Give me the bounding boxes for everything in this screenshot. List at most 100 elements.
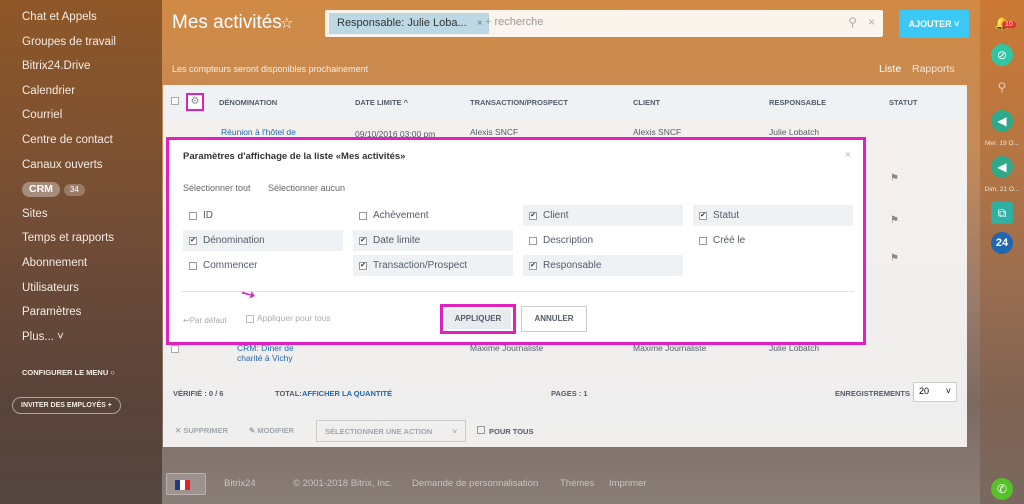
option-label: Statut — [713, 210, 740, 221]
checkbox-checked: ✔ — [699, 212, 707, 220]
search-bar[interactable]: Responsable: Julie Loba... × + recherche… — [325, 10, 883, 37]
option-client[interactable]: ✔ Client — [523, 205, 683, 226]
sidebar-item-drive[interactable]: Bitrix24.Drive — [0, 58, 162, 83]
col-deal[interactable]: TRANSACTION/PROSPECT — [470, 98, 568, 107]
megaphone-icon-2[interactable]: ◀ — [991, 156, 1013, 178]
tab-reports[interactable]: Rapports — [912, 63, 955, 75]
per-page-select[interactable]: 20 ˅ — [913, 382, 957, 402]
page-title: Mes activités — [172, 12, 282, 33]
sidebar-item-contact-center[interactable]: Centre de contact — [0, 132, 162, 157]
star-icon[interactable]: ☆ — [280, 14, 293, 32]
close-icon[interactable]: × — [477, 13, 483, 34]
action-select-label: SÉLECTIONNER UNE ACTION — [325, 427, 433, 436]
apply-button[interactable]: APPLIQUER — [440, 304, 516, 334]
col-responsible[interactable]: RESPONSABLE — [769, 98, 826, 107]
plus-icon: + — [107, 402, 112, 409]
option-status[interactable]: ✔ Statut — [693, 205, 853, 226]
phone-icon[interactable]: ✆ — [991, 478, 1013, 500]
option-deadline[interactable]: ✔ Date limite — [353, 230, 513, 251]
row1-responsible[interactable]: Julie Lobatch — [769, 127, 819, 137]
action-select[interactable]: SÉLECTIONNER UNE ACTION ˅ — [316, 420, 466, 442]
add-button[interactable]: AJOUTER ˅ — [899, 10, 969, 38]
invite-label: INVITER DES EMPLOYÉS — [21, 402, 106, 409]
option-deal[interactable]: ✔ Transaction/Prospect — [353, 255, 513, 276]
select-none-link[interactable]: Sélectionner aucun — [268, 183, 345, 193]
timeman-icon[interactable]: ⊘ — [991, 44, 1013, 66]
footer-print-link[interactable]: Imprimer — [609, 478, 646, 489]
divider — [181, 291, 855, 292]
checkbox-checked: ✔ — [189, 237, 197, 245]
sidebar-item-subscription[interactable]: Abonnement — [0, 255, 162, 280]
sidebar-item-crm[interactable]: CRM 34 — [0, 181, 162, 206]
date-label-2: Dim. 21 O... — [984, 186, 1020, 193]
sidebar-item-time-reports[interactable]: Temps et rapports — [0, 230, 162, 255]
option-responsible[interactable]: ✔ Responsable — [523, 255, 683, 276]
col-name[interactable]: DÉNOMINATION — [219, 98, 277, 107]
gear-icon: ○ — [110, 368, 115, 377]
sidebar-item-open-channels[interactable]: Canaux ouverts — [0, 157, 162, 182]
flag-icon[interactable]: ⚑ — [890, 253, 899, 264]
invite-employees-button[interactable]: INVITER DES EMPLOYÉS + — [12, 397, 121, 414]
search-input[interactable]: + recherche — [485, 16, 543, 28]
counters-info: Les compteurs seront disponibles prochai… — [172, 64, 369, 74]
row1-deal[interactable]: Alexis SNCF — [470, 127, 518, 137]
row-checkbox[interactable] — [171, 345, 179, 353]
language-button[interactable] — [166, 473, 206, 495]
apply-all-checkbox[interactable]: Appliquer pour tous — [246, 313, 331, 323]
footer-copyright: © 2001-2018 Bitrix, Inc. — [293, 478, 393, 489]
option-name[interactable]: ✔ Dénomination — [183, 230, 343, 251]
option-label: Responsable — [543, 260, 602, 271]
option-created[interactable]: Créé le — [693, 230, 853, 251]
select-all-link[interactable]: Sélectionner tout — [183, 183, 251, 193]
col-deadline[interactable]: DATE LIMITE ^ — [355, 98, 408, 107]
search-icon[interactable]: ⚲ — [848, 15, 857, 29]
chevron-down-icon: ˅ — [452, 427, 457, 436]
option-label: Achèvement — [373, 210, 429, 221]
dialog-title: Paramètres d'affichage de la liste «Mes … — [183, 151, 406, 162]
sidebar-item-more[interactable]: Plus... ˅ — [0, 329, 162, 354]
right-toolbar: 🔔 10 ⊘ ⚲ ◀ Mer. 19 O... ◀ Dim. 21 O... ⧉… — [980, 0, 1024, 504]
sort-up-icon: ^ — [403, 98, 409, 107]
sidebar-item-users[interactable]: Utilisateurs — [0, 280, 162, 305]
megaphone-icon[interactable]: ◀ — [991, 110, 1013, 132]
default-link[interactable]: ↩Par défaut — [183, 316, 227, 325]
configure-menu-link[interactable]: CONFIGURER LE MENU ○ — [0, 368, 115, 377]
records-label: ENREGISTREMENTS : — [835, 389, 915, 398]
b24-icon[interactable]: 24 — [991, 232, 1013, 254]
select-all-checkbox[interactable] — [171, 97, 179, 105]
row1-name[interactable]: Réunion à l'hôtel de — [221, 127, 296, 137]
footer-customize-link[interactable]: Demande de personnalisation — [412, 478, 538, 489]
screen-search-icon[interactable]: ⧉ — [991, 202, 1013, 224]
col-client[interactable]: CLIENT — [633, 98, 660, 107]
clear-icon[interactable]: × — [868, 15, 875, 29]
flag-icon[interactable]: ⚑ — [890, 215, 899, 226]
show-quantity-link[interactable]: AFFICHER LA QUANTITÉ — [302, 389, 392, 398]
sidebar-item-chat[interactable]: Chat et Appels — [0, 9, 162, 34]
delete-button[interactable]: ✕ SUPPRIMER — [175, 426, 228, 435]
sidebar-item-settings[interactable]: Paramètres — [0, 304, 162, 329]
footer-themes-link[interactable]: Thèmes — [560, 478, 594, 489]
close-icon[interactable]: × — [845, 149, 851, 161]
search-icon[interactable]: ⚲ — [991, 76, 1013, 98]
option-description[interactable]: Description — [523, 230, 683, 251]
for-all-checkbox[interactable]: POUR TOUS — [477, 426, 533, 436]
filter-tag[interactable]: Responsable: Julie Loba... × — [329, 13, 489, 34]
checkbox — [189, 262, 197, 270]
sidebar-item-mail[interactable]: Courriel — [0, 107, 162, 132]
tab-list[interactable]: Liste — [879, 63, 901, 75]
gear-icon[interactable]: ⚙ — [186, 93, 204, 111]
sidebar-item-groups[interactable]: Groupes de travail — [0, 34, 162, 59]
option-completion[interactable]: Achèvement — [353, 205, 513, 226]
flag-icon[interactable]: ⚑ — [890, 173, 899, 184]
sidebar-item-sites[interactable]: Sites — [0, 206, 162, 231]
option-start[interactable]: Commencer — [183, 255, 343, 276]
edit-button[interactable]: ✎ MODIFIER — [249, 426, 294, 435]
row1-client[interactable]: Alexis SNCF — [633, 127, 681, 137]
cancel-button[interactable]: ANNULER — [521, 306, 587, 332]
sidebar-item-calendar[interactable]: Calendrier — [0, 83, 162, 108]
col-status[interactable]: STATUT — [889, 98, 917, 107]
per-page-value: 20 — [919, 386, 930, 396]
configure-menu-label: CONFIGURER LE MENU — [22, 368, 109, 377]
option-id[interactable]: ID — [183, 205, 343, 226]
row-last-name-2[interactable]: charité à Vichy — [237, 353, 293, 363]
